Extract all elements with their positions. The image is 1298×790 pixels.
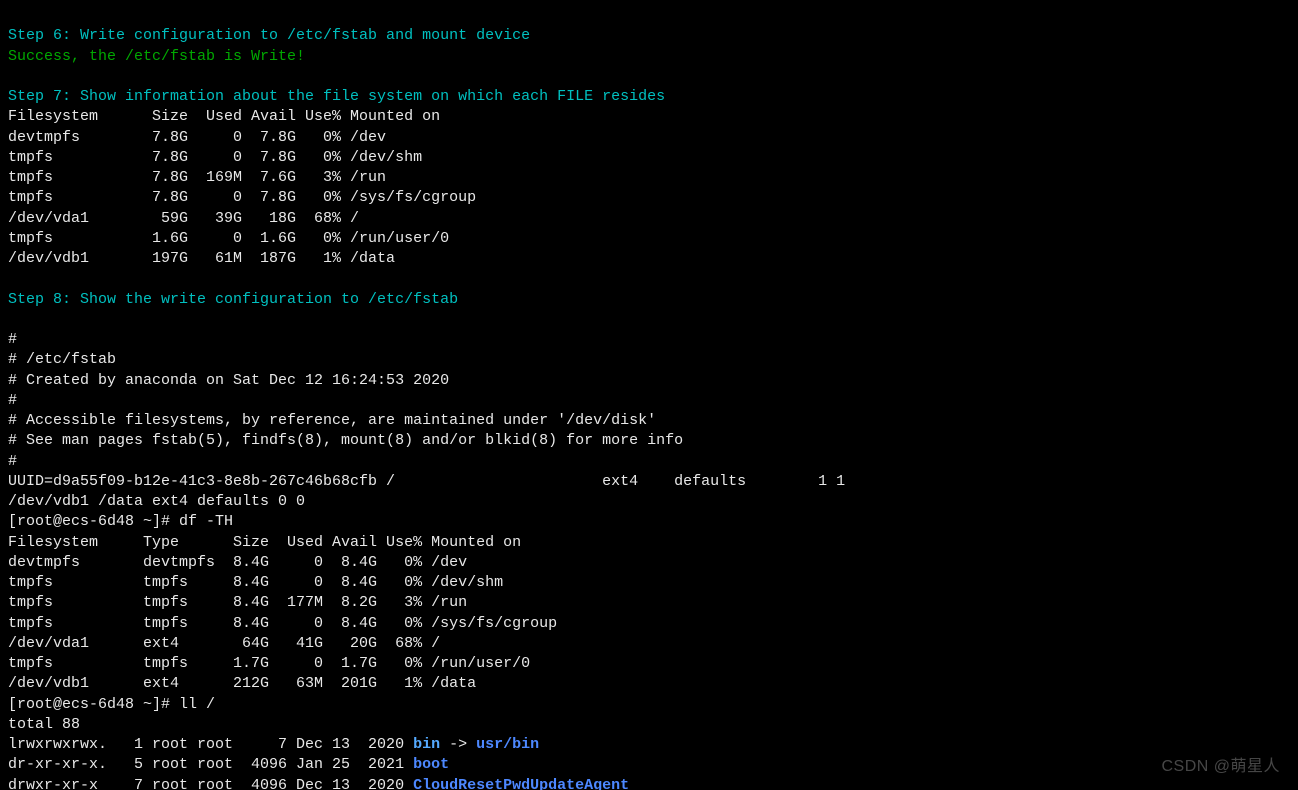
command-ll: ll /	[179, 696, 215, 713]
fstab-line: /dev/vdb1 /data ext4 defaults 0 0	[8, 493, 305, 510]
terminal-output[interactable]: Step 6: Write configuration to /etc/fsta…	[0, 0, 1298, 790]
symlink-name: bin	[413, 736, 440, 753]
fstab-line: #	[8, 331, 17, 348]
dir-name: CloudResetPwdUpdateAgent	[413, 777, 629, 790]
step7-row: tmpfs 7.8G 169M 7.6G 3% /run	[8, 169, 386, 186]
dfth-header: Filesystem Type Size Used Avail Use% Mou…	[8, 534, 521, 551]
dfth-row: devtmpfs devtmpfs 8.4G 0 8.4G 0% /dev	[8, 554, 467, 571]
step7-row: devtmpfs 7.8G 0 7.8G 0% /dev	[8, 129, 386, 146]
symlink-target: usr/bin	[476, 736, 539, 753]
fstab-line: # See man pages fstab(5), findfs(8), mou…	[8, 432, 683, 449]
fstab-line: #	[8, 453, 17, 470]
step7-header: Step 7: Show information about the file …	[8, 88, 665, 105]
dfth-row: tmpfs tmpfs 8.4G 0 8.4G 0% /sys/fs/cgrou…	[8, 615, 557, 632]
watermark: CSDN @萌星人	[1161, 756, 1280, 778]
ll-row: drwxr-xr-x 7 root root 4096 Dec 13 2020 …	[8, 777, 629, 790]
dfth-row: /dev/vdb1 ext4 212G 63M 201G 1% /data	[8, 675, 476, 692]
dfth-row: tmpfs tmpfs 1.7G 0 1.7G 0% /run/user/0	[8, 655, 530, 672]
step7-row: tmpfs 1.6G 0 1.6G 0% /run/user/0	[8, 230, 449, 247]
fstab-line: # Created by anaconda on Sat Dec 12 16:2…	[8, 372, 449, 389]
step7-row: /dev/vdb1 197G 61M 187G 1% /data	[8, 250, 395, 267]
shell-prompt: [root@ecs-6d48 ~]# df -TH	[8, 513, 233, 530]
command-df: df -TH	[179, 513, 233, 530]
shell-prompt: [root@ecs-6d48 ~]# ll /	[8, 696, 215, 713]
fstab-line: UUID=d9a55f09-b12e-41c3-8e8b-267c46b68cf…	[8, 473, 845, 490]
step7-row: /dev/vda1 59G 39G 18G 68% /	[8, 210, 359, 227]
fstab-line: #	[8, 392, 17, 409]
ll-row: dr-xr-xr-x. 5 root root 4096 Jan 25 2021…	[8, 756, 449, 773]
fstab-line: # /etc/fstab	[8, 351, 116, 368]
step6-success: Success, the /etc/fstab is Write!	[8, 48, 305, 65]
dfth-row: tmpfs tmpfs 8.4G 0 8.4G 0% /dev/shm	[8, 574, 503, 591]
dfth-row: tmpfs tmpfs 8.4G 177M 8.2G 3% /run	[8, 594, 467, 611]
ll-total: total 88	[8, 716, 80, 733]
step6-header: Step 6: Write configuration to /etc/fsta…	[8, 27, 530, 44]
step7-row: tmpfs 7.8G 0 7.8G 0% /dev/shm	[8, 149, 422, 166]
step7-table-header: Filesystem Size Used Avail Use% Mounted …	[8, 108, 440, 125]
ll-row: lrwxrwxrwx. 1 root root 7 Dec 13 2020 bi…	[8, 736, 539, 753]
dir-name: boot	[413, 756, 449, 773]
fstab-line: # Accessible filesystems, by reference, …	[8, 412, 656, 429]
step7-row: tmpfs 7.8G 0 7.8G 0% /sys/fs/cgroup	[8, 189, 476, 206]
dfth-row: /dev/vda1 ext4 64G 41G 20G 68% /	[8, 635, 440, 652]
step8-header: Step 8: Show the write configuration to …	[8, 291, 458, 308]
